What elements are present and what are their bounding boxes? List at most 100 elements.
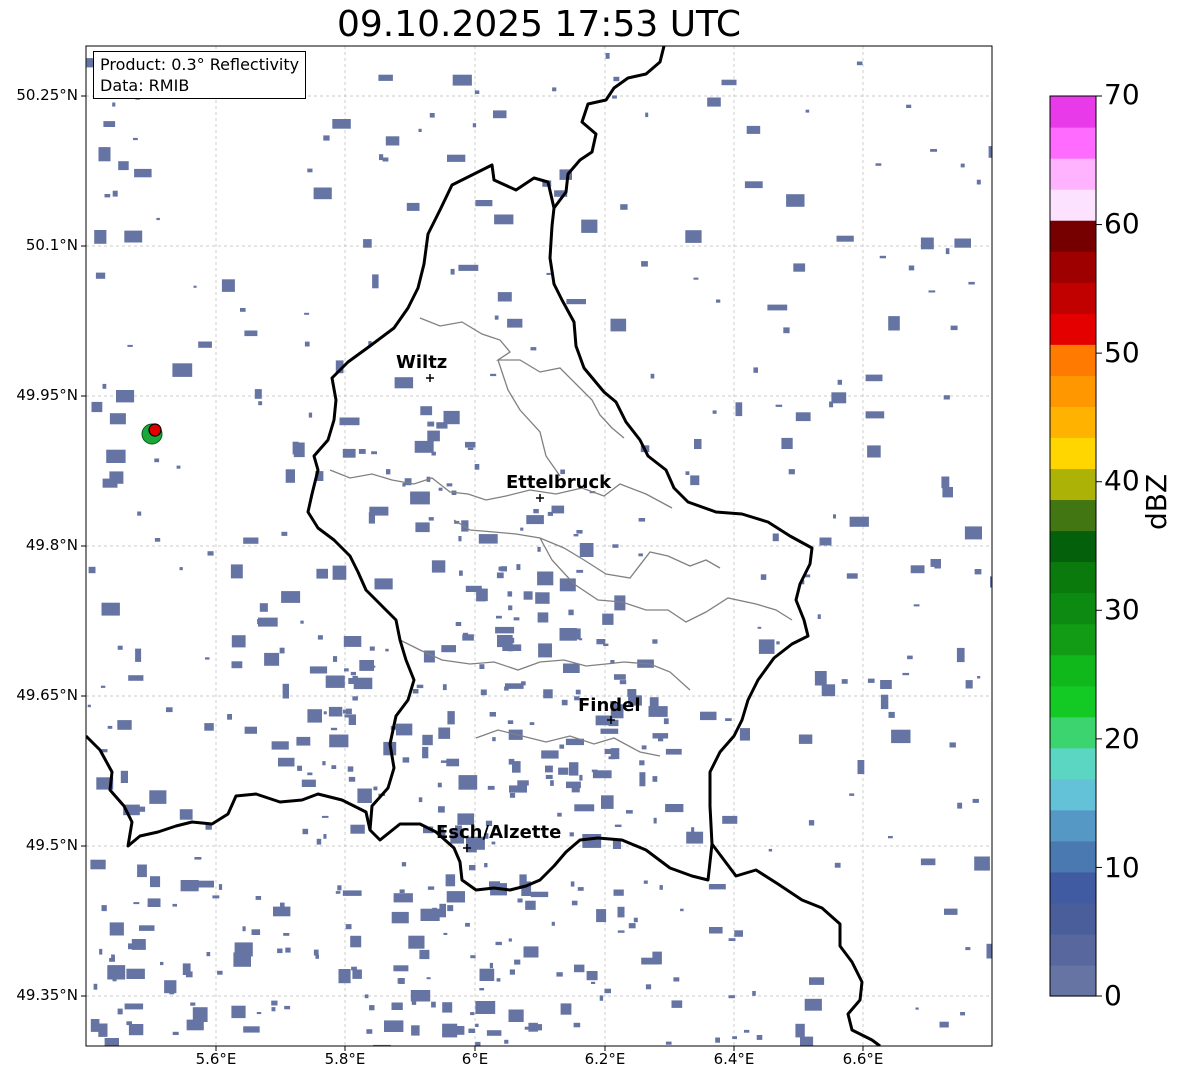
echo-cell	[728, 995, 735, 999]
echo-cell	[154, 458, 160, 463]
echo-cell	[344, 668, 349, 672]
echo-cell	[414, 440, 434, 453]
echo-cell	[568, 609, 574, 616]
echo-cell	[169, 988, 175, 995]
echo-cell	[353, 677, 373, 690]
echo-cell	[445, 874, 456, 887]
echo-cell	[337, 885, 342, 891]
colorbar-segment	[1050, 251, 1096, 283]
echo-cell	[172, 1031, 179, 1035]
echo-cell	[645, 112, 649, 118]
echo-cell	[422, 746, 429, 759]
echo-cell	[734, 930, 743, 937]
echo-cell	[321, 815, 329, 818]
echo-cell	[350, 671, 356, 676]
echo-cell	[198, 341, 212, 348]
echo-cell	[135, 648, 142, 662]
echo-cell	[221, 279, 235, 292]
echo-cell	[418, 128, 422, 132]
echo-cell	[857, 760, 865, 775]
echo-cell	[427, 886, 435, 890]
lon-tick-label: 6°E	[461, 1050, 489, 1068]
echo-cell	[875, 163, 882, 166]
echo-cell	[879, 255, 886, 259]
reflectivity-echoes	[86, 53, 992, 1046]
echo-cell	[576, 530, 583, 534]
echo-cell	[230, 564, 243, 579]
echo-cell	[746, 125, 761, 134]
echo-cell	[638, 553, 643, 557]
echo-cell	[715, 1037, 720, 1043]
echo-cell	[793, 263, 806, 272]
echo-cell	[411, 1025, 420, 1036]
echo-cell	[808, 820, 815, 826]
echo-cell	[478, 534, 498, 544]
axis-ticks	[81, 95, 864, 1051]
echo-cell	[120, 770, 128, 783]
echo-cell	[756, 1035, 763, 1040]
echo-cell	[559, 578, 576, 592]
echo-cell	[285, 947, 291, 953]
echo-cell	[182, 963, 191, 975]
echo-cell	[109, 922, 124, 936]
echo-cell	[102, 478, 118, 488]
echo-cell	[525, 900, 536, 910]
echo-cell	[343, 636, 362, 647]
echo-cell	[331, 765, 337, 769]
echo-cell	[475, 1041, 481, 1046]
echo-cell	[641, 745, 647, 750]
echo-cell	[915, 1007, 919, 1010]
echo-cell	[271, 1007, 276, 1012]
echo-cell	[960, 163, 965, 168]
echo-cell	[431, 451, 436, 456]
echo-cell	[474, 90, 480, 94]
echo-cell	[372, 274, 379, 289]
echo-cell	[410, 990, 431, 1002]
echo-cell	[469, 865, 476, 871]
echo-cell	[335, 891, 341, 894]
echo-cell	[204, 723, 214, 731]
echo-cell	[768, 848, 773, 852]
echo-cell	[455, 622, 462, 626]
echo-cell	[472, 123, 477, 128]
echo-cell	[450, 268, 455, 275]
echo-cell	[508, 758, 515, 765]
echo-cell	[533, 509, 539, 514]
echo-cell	[422, 734, 433, 746]
echo-cell	[243, 1026, 260, 1033]
echo-cell	[438, 806, 445, 813]
echo-cell	[805, 109, 810, 113]
echo-cell	[538, 643, 552, 658]
echo-cell	[212, 895, 220, 899]
echo-cell	[480, 588, 488, 602]
echo-cell	[128, 1024, 144, 1036]
echo-cell	[147, 898, 161, 907]
echo-cell	[707, 97, 721, 107]
echo-cell	[739, 728, 750, 741]
echo-cell	[665, 804, 684, 813]
radar-site	[141, 423, 163, 445]
echo-cell	[369, 1005, 375, 1011]
echo-cell	[243, 537, 259, 544]
echo-cell	[856, 61, 863, 66]
echo-cell	[393, 893, 413, 903]
colorbar-segment	[1050, 437, 1096, 470]
echo-cell	[348, 776, 356, 782]
echo-cell	[520, 527, 524, 531]
echo-cell	[406, 202, 420, 211]
echo-cell	[316, 838, 322, 845]
echo-cell	[352, 675, 358, 679]
echo-cell	[345, 924, 352, 930]
lon-tick-label: 5.6°E	[195, 1050, 237, 1068]
colorbar-segment	[1050, 809, 1096, 842]
lon-tick-label: 5.8°E	[324, 1050, 366, 1068]
echo-cell	[124, 1003, 144, 1010]
lon-tick-label: 6.4°E	[713, 1050, 755, 1068]
echo-cell	[546, 272, 551, 275]
echo-cell	[712, 410, 717, 414]
echo-cell	[559, 628, 577, 641]
echo-cell	[574, 964, 585, 973]
colorbar-segment	[1050, 189, 1096, 221]
echo-cell	[126, 968, 145, 979]
colorbar-tick-label: 70	[1104, 78, 1140, 111]
